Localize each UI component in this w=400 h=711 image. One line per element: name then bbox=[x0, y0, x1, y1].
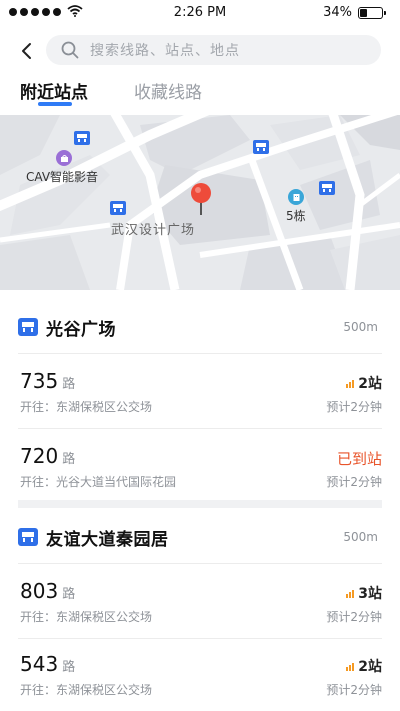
route-number: 543 路 bbox=[20, 652, 76, 676]
bus-stop-map-marker[interactable] bbox=[74, 131, 90, 145]
section-separator bbox=[18, 500, 382, 508]
chevron-left-icon bbox=[22, 43, 31, 59]
station-name: 光谷广场 bbox=[46, 319, 116, 340]
bus-stop-map-marker[interactable] bbox=[319, 181, 335, 195]
route-eta: 预计2分钟 bbox=[326, 475, 382, 489]
route-stops-away: 2站 bbox=[346, 656, 382, 676]
location-pin-icon bbox=[189, 182, 213, 220]
route-destination: 开往：东湖保税区公交场 bbox=[20, 400, 153, 414]
signal-bars-icon bbox=[346, 662, 355, 671]
route-stops-away: 2站 bbox=[346, 373, 382, 393]
station-distance: 500m bbox=[343, 530, 378, 544]
route-row[interactable]: 735 路 开往：东湖保税区公交场 2站 预计2分钟 bbox=[18, 355, 382, 429]
shop-icon[interactable] bbox=[56, 150, 72, 166]
bus-stop-map-marker[interactable] bbox=[110, 201, 126, 215]
map-view[interactable]: CAV智能影音 5栋 武汉设计广场 bbox=[0, 115, 400, 290]
back-button[interactable] bbox=[14, 38, 40, 64]
station-header[interactable]: 友谊大道秦园居 500m bbox=[18, 513, 382, 561]
route-number: 735 路 bbox=[20, 369, 76, 393]
route-number: 720 路 bbox=[20, 444, 76, 468]
bus-stop-icon bbox=[18, 318, 38, 336]
search-icon bbox=[60, 40, 80, 60]
route-eta: 预计2分钟 bbox=[326, 683, 382, 697]
station-header[interactable]: 光谷广场 500m bbox=[18, 303, 382, 351]
route-row[interactable]: 720 路 开往：光谷大道当代国际花园 已到站 预计2分钟 bbox=[18, 430, 382, 504]
tab-nearby-stations[interactable]: 附近站点 bbox=[20, 78, 88, 103]
building-icon[interactable] bbox=[288, 189, 304, 205]
route-row[interactable]: 803 路 开往：东湖保税区公交场 3站 预计2分钟 bbox=[18, 565, 382, 639]
battery-percentage: 34% bbox=[323, 5, 352, 20]
divider bbox=[18, 428, 382, 429]
active-tab-indicator bbox=[38, 102, 72, 106]
map-label-wuhan-design-square: 武汉设计广场 bbox=[111, 223, 196, 238]
route-arrived-status: 已到站 bbox=[336, 450, 382, 468]
map-label-cav: CAV智能影音 bbox=[26, 170, 99, 184]
route-stops-away: 3站 bbox=[346, 583, 382, 603]
bus-stop-map-marker[interactable] bbox=[253, 140, 269, 154]
search-input[interactable]: 搜索线路、站点、地点 bbox=[46, 35, 381, 65]
route-row[interactable]: 543 路 开往：东湖保税区公交场 2站 预计2分钟 bbox=[18, 638, 382, 711]
station-name: 友谊大道秦园居 bbox=[46, 529, 169, 550]
map-label-building5: 5栋 bbox=[286, 209, 306, 223]
route-eta: 预计2分钟 bbox=[326, 610, 382, 624]
divider bbox=[18, 563, 382, 564]
route-destination: 开往：东湖保税区公交场 bbox=[20, 683, 153, 697]
route-number: 803 路 bbox=[20, 579, 76, 603]
bus-stop-icon bbox=[18, 528, 38, 546]
status-bar: 2:26 PM 34% bbox=[0, 0, 400, 26]
station-distance: 500m bbox=[343, 320, 378, 334]
signal-bars-icon bbox=[346, 589, 355, 598]
search-placeholder: 搜索线路、站点、地点 bbox=[90, 43, 240, 59]
route-destination: 开往：光谷大道当代国际花园 bbox=[20, 475, 177, 489]
route-eta: 预计2分钟 bbox=[326, 400, 382, 414]
divider bbox=[18, 353, 382, 354]
tab-favorite-routes[interactable]: 收藏线路 bbox=[134, 78, 202, 103]
route-destination: 开往：东湖保税区公交场 bbox=[20, 610, 153, 624]
signal-bars-icon bbox=[346, 379, 355, 388]
battery-level bbox=[360, 9, 367, 17]
battery-icon bbox=[358, 7, 386, 19]
